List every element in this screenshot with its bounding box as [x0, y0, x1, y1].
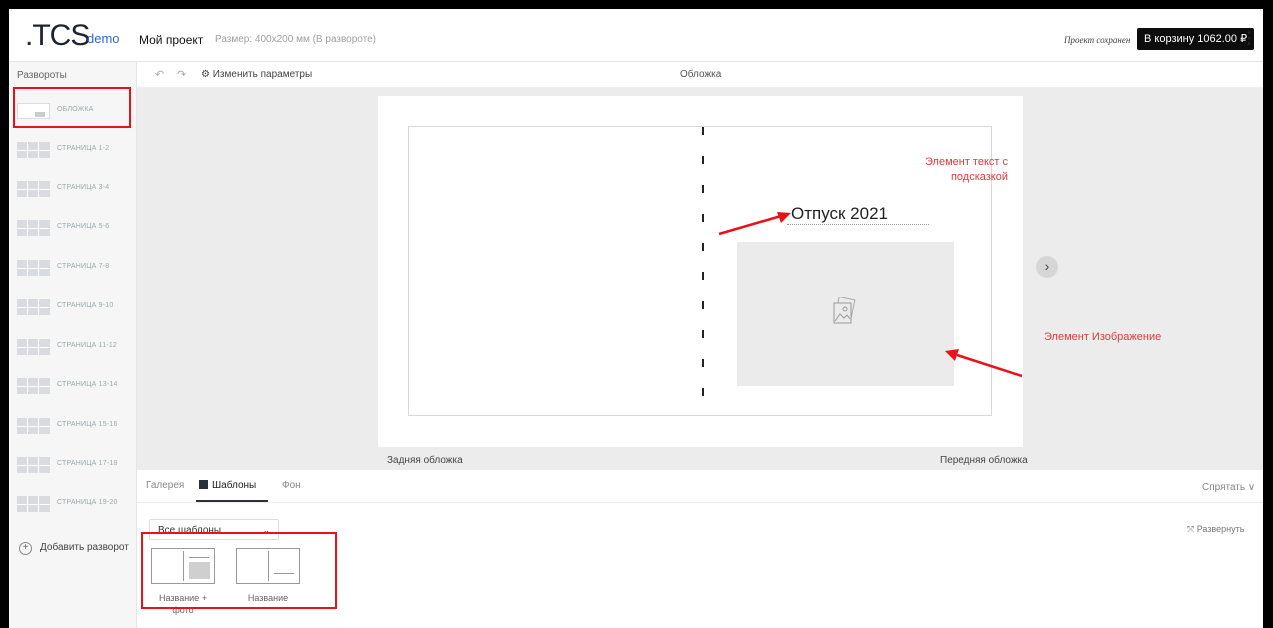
annotation-highlight-templates	[141, 532, 337, 609]
next-spread-button[interactable]: ›	[1036, 256, 1058, 278]
sidebar-item-page[interactable]: СТРАНИЦА 3-4	[17, 174, 127, 204]
tab-background[interactable]: Фон	[282, 480, 301, 491]
sidebar-item-label: СТРАНИЦА 13-14	[57, 381, 118, 388]
spread-title: Обложка	[680, 69, 722, 80]
image-icon	[833, 297, 856, 324]
expand-panel-button[interactable]: ⤧ Развернуть	[1187, 524, 1244, 535]
sidebar-item-page[interactable]: СТРАНИЦА 13-14	[17, 371, 127, 401]
more-menu-icon[interactable]: ⋮	[1241, 27, 1257, 51]
page-thumbnail	[17, 496, 50, 512]
sidebar-item-page[interactable]: СТРАНИЦА 1-2	[17, 135, 127, 165]
page-thumbnail	[17, 339, 50, 355]
back-cover-label: Задняя обложка	[387, 455, 463, 466]
sidebar-item-label: СТРАНИЦА 5-6	[57, 223, 110, 230]
editor-toolbar: ↶ ↷ ⚙ Изменить параметры Обложка	[137, 62, 1263, 88]
page-thumbnail	[17, 418, 50, 434]
sidebar-item-page[interactable]: СТРАНИЦА 7-8	[17, 253, 127, 283]
spreads-sidebar: Развороты ОБЛОЖКА СТРАНИЦА 1-2 СТРАНИЦА …	[9, 62, 137, 628]
logo[interactable]: .TCS	[25, 19, 90, 53]
redo-icon[interactable]: ↷	[177, 68, 186, 81]
top-bar: .TCS demo Мой проект Размер: 400x200 мм …	[9, 9, 1263, 62]
edit-params-button[interactable]: ⚙ Изменить параметры	[201, 69, 312, 80]
sidebar-item-label: СТРАНИЦА 7-8	[57, 263, 110, 270]
size-info: Размер: 400x200 мм (В развороте)	[215, 34, 377, 45]
app-window: .TCS demo Мой проект Размер: 400x200 мм …	[9, 9, 1263, 628]
divider	[137, 502, 1263, 503]
sidebar-item-label: СТРАНИЦА 11-12	[57, 342, 118, 349]
front-cover-label: Передняя обложка	[940, 455, 1028, 466]
add-spread-button[interactable]: + Добавить разворот	[19, 542, 129, 555]
sidebar-item-label: СТРАНИЦА 19-20	[57, 499, 118, 506]
sidebar-item-label: СТРАНИЦА 3-4	[57, 184, 110, 191]
sidebar-title: Развороты	[17, 70, 67, 81]
sidebar-item-label: СТРАНИЦА 1-2	[57, 145, 110, 152]
page-thumbnail	[17, 457, 50, 473]
sidebar-item-page[interactable]: СТРАНИЦА 9-10	[17, 292, 127, 322]
title-text-element[interactable]: Отпуск 2021	[787, 204, 929, 225]
save-status: Проект сохранен	[1064, 35, 1131, 45]
annotation-text-element: Элемент текст с подсказкой	[925, 156, 1008, 183]
sidebar-item-label: СТРАНИЦА 9-10	[57, 302, 114, 309]
page-thumbnail	[17, 142, 50, 158]
annotation-highlight-cover	[13, 87, 131, 128]
annotation-arrow-text	[718, 212, 791, 236]
image-placeholder[interactable]	[737, 242, 954, 386]
hide-panel-button[interactable]: Спрятать ∨	[1202, 482, 1255, 493]
add-spread-label: Добавить разворот	[40, 542, 129, 553]
safe-zone: Отпуск 2021	[408, 126, 992, 417]
sidebar-item-page[interactable]: СТРАНИЦА 5-6	[17, 213, 127, 243]
spine-guide	[702, 127, 704, 417]
plus-circle-icon: +	[19, 542, 32, 555]
sidebar-item-label: СТРАНИЦА 17-18	[57, 460, 118, 467]
sidebar-item-page[interactable]: СТРАНИЦА 19-20	[17, 489, 127, 519]
canvas-area: Отпуск 2021 Задняя обложка Передняя обло…	[137, 88, 1263, 470]
page-thumbnail	[17, 181, 50, 197]
logo-subtitle: demo	[87, 31, 120, 46]
cover-spread: Отпуск 2021	[378, 96, 1023, 447]
sidebar-item-page[interactable]: СТРАНИЦА 15-16	[17, 411, 127, 441]
undo-icon[interactable]: ↶	[155, 68, 164, 81]
page-thumbnail	[17, 260, 50, 276]
sidebar-item-page[interactable]: СТРАНИЦА 11-12	[17, 332, 127, 362]
templates-icon	[199, 480, 208, 489]
page-thumbnail	[17, 220, 50, 236]
page-thumbnail	[17, 378, 50, 394]
tab-gallery[interactable]: Галерея	[146, 480, 184, 491]
sidebar-item-label: СТРАНИЦА 15-16	[57, 421, 118, 428]
add-to-cart-button[interactable]: В корзину 1062.00 ₽	[1137, 28, 1255, 50]
annotation-image-element: Элемент Изображение	[1044, 331, 1162, 343]
tab-templates[interactable]: Шаблоны	[199, 480, 256, 491]
page-thumbnail	[17, 299, 50, 315]
project-name[interactable]: Мой проект	[139, 33, 203, 47]
sidebar-item-page[interactable]: СТРАНИЦА 17-18	[17, 450, 127, 480]
tab-templates-label: Шаблоны	[212, 480, 257, 491]
annotation-arrow-image	[945, 349, 1023, 378]
